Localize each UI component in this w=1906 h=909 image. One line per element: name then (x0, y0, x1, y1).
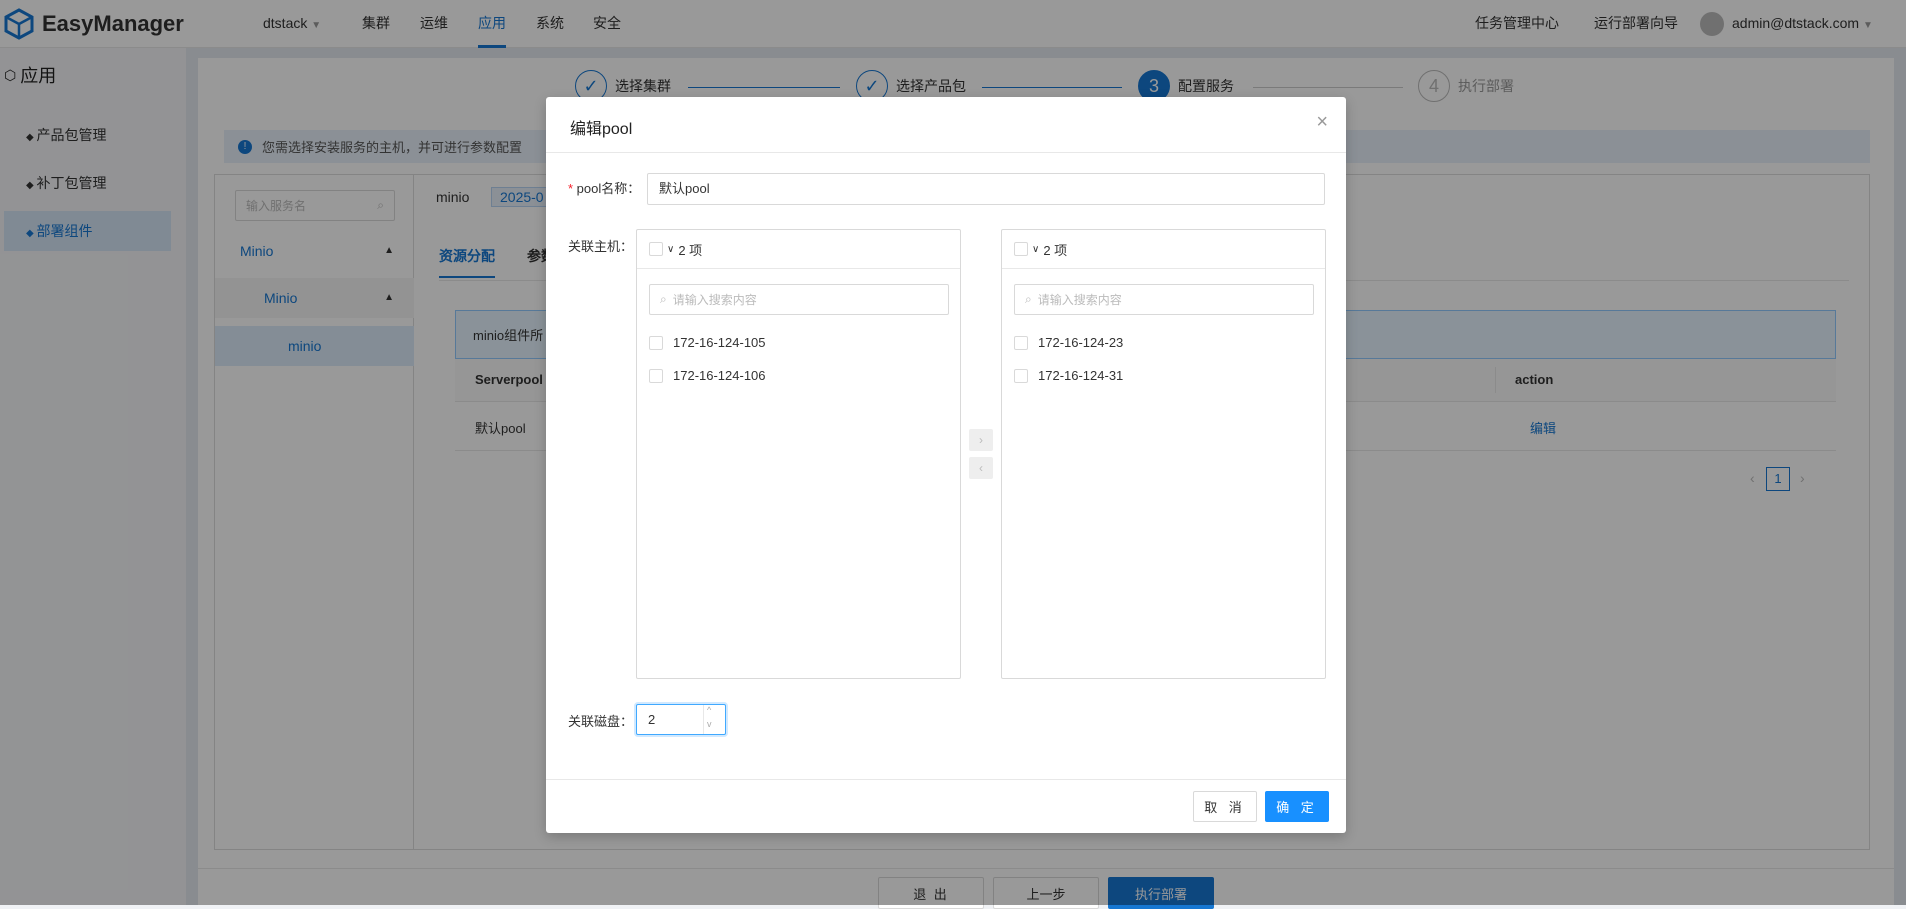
search-placeholder: 请输入搜索内容 (672, 293, 757, 307)
list-item[interactable]: 172-16-124-31 (1014, 368, 1123, 383)
edit-pool-modal: 编辑pool × * pool名称： 默认pool 关联主机： ∨ 2 项 ⌕ 请输… (546, 97, 1346, 833)
item-checkbox[interactable] (649, 335, 663, 350)
modal-title: 编辑pool (570, 121, 633, 138)
source-search-input[interactable]: ⌕ 请输入搜索内容 (649, 284, 949, 315)
modal-header-divider (546, 152, 1346, 153)
disk-count-stepper[interactable]: 2 ^ v (636, 704, 726, 735)
list-item[interactable]: 172-16-124-105 (649, 335, 766, 350)
required-mark: * (568, 181, 577, 196)
source-count: 2 项 (678, 242, 703, 258)
host-name: 172-16-124-23 (1038, 335, 1124, 350)
disk-label: 关联磁盘： (568, 714, 634, 729)
chevron-down-icon[interactable]: ∨ (667, 244, 674, 255)
move-left-button[interactable]: ‹ (969, 457, 993, 479)
target-list-header: ∨ 2 项 (1002, 230, 1325, 269)
stepper-divider (703, 705, 704, 734)
disk-label-text: 关联磁盘 (568, 714, 621, 729)
list-item[interactable]: 172-16-124-106 (649, 368, 766, 383)
disk-count-value: 2 (648, 712, 656, 727)
hosts-label: 关联主机： (568, 239, 634, 254)
host-name: 172-16-124-106 (673, 368, 766, 383)
pool-name-label-text: pool名称 (576, 181, 628, 196)
close-icon[interactable]: × (1316, 111, 1328, 134)
modal-footer-divider (546, 779, 1346, 780)
search-icon: ⌕ (660, 292, 667, 306)
pool-name-label: * pool名称： (568, 181, 641, 196)
decrement-icon[interactable]: v (707, 719, 712, 729)
search-placeholder: 请输入搜索内容 (1037, 293, 1122, 307)
pool-name-input[interactable]: 默认pool (647, 173, 1325, 205)
list-item[interactable]: 172-16-124-23 (1014, 335, 1123, 350)
host-name: 172-16-124-105 (673, 335, 766, 350)
item-checkbox[interactable] (649, 368, 663, 383)
target-search-input[interactable]: ⌕ 请输入搜索内容 (1014, 284, 1314, 315)
select-all-checkbox[interactable] (1014, 242, 1028, 256)
chevron-right-icon: › (979, 433, 983, 447)
transfer-target-list: ∨ 2 项 ⌕ 请输入搜索内容 172-16-124-23 172-16-124-3… (1001, 229, 1326, 679)
item-checkbox[interactable] (1014, 368, 1028, 383)
ok-button[interactable]: 确 定 (1265, 791, 1329, 822)
move-right-button[interactable]: › (969, 429, 993, 451)
increment-icon[interactable]: ^ (707, 705, 711, 715)
select-all-checkbox[interactable] (649, 242, 663, 256)
search-icon: ⌕ (1025, 292, 1032, 306)
source-list-header: ∨ 2 项 (637, 230, 960, 269)
cancel-button[interactable]: 取 消 (1193, 791, 1257, 822)
transfer-source-list: ∨ 2 项 ⌕ 请输入搜索内容 172-16-124-105 172-16-124-… (636, 229, 961, 679)
item-checkbox[interactable] (1014, 335, 1028, 350)
chevron-left-icon: ‹ (979, 461, 983, 475)
hosts-label-text: 关联主机 (568, 239, 621, 254)
target-count: 2 项 (1043, 242, 1068, 258)
chevron-down-icon[interactable]: ∨ (1032, 244, 1039, 255)
host-name: 172-16-124-31 (1038, 368, 1124, 383)
